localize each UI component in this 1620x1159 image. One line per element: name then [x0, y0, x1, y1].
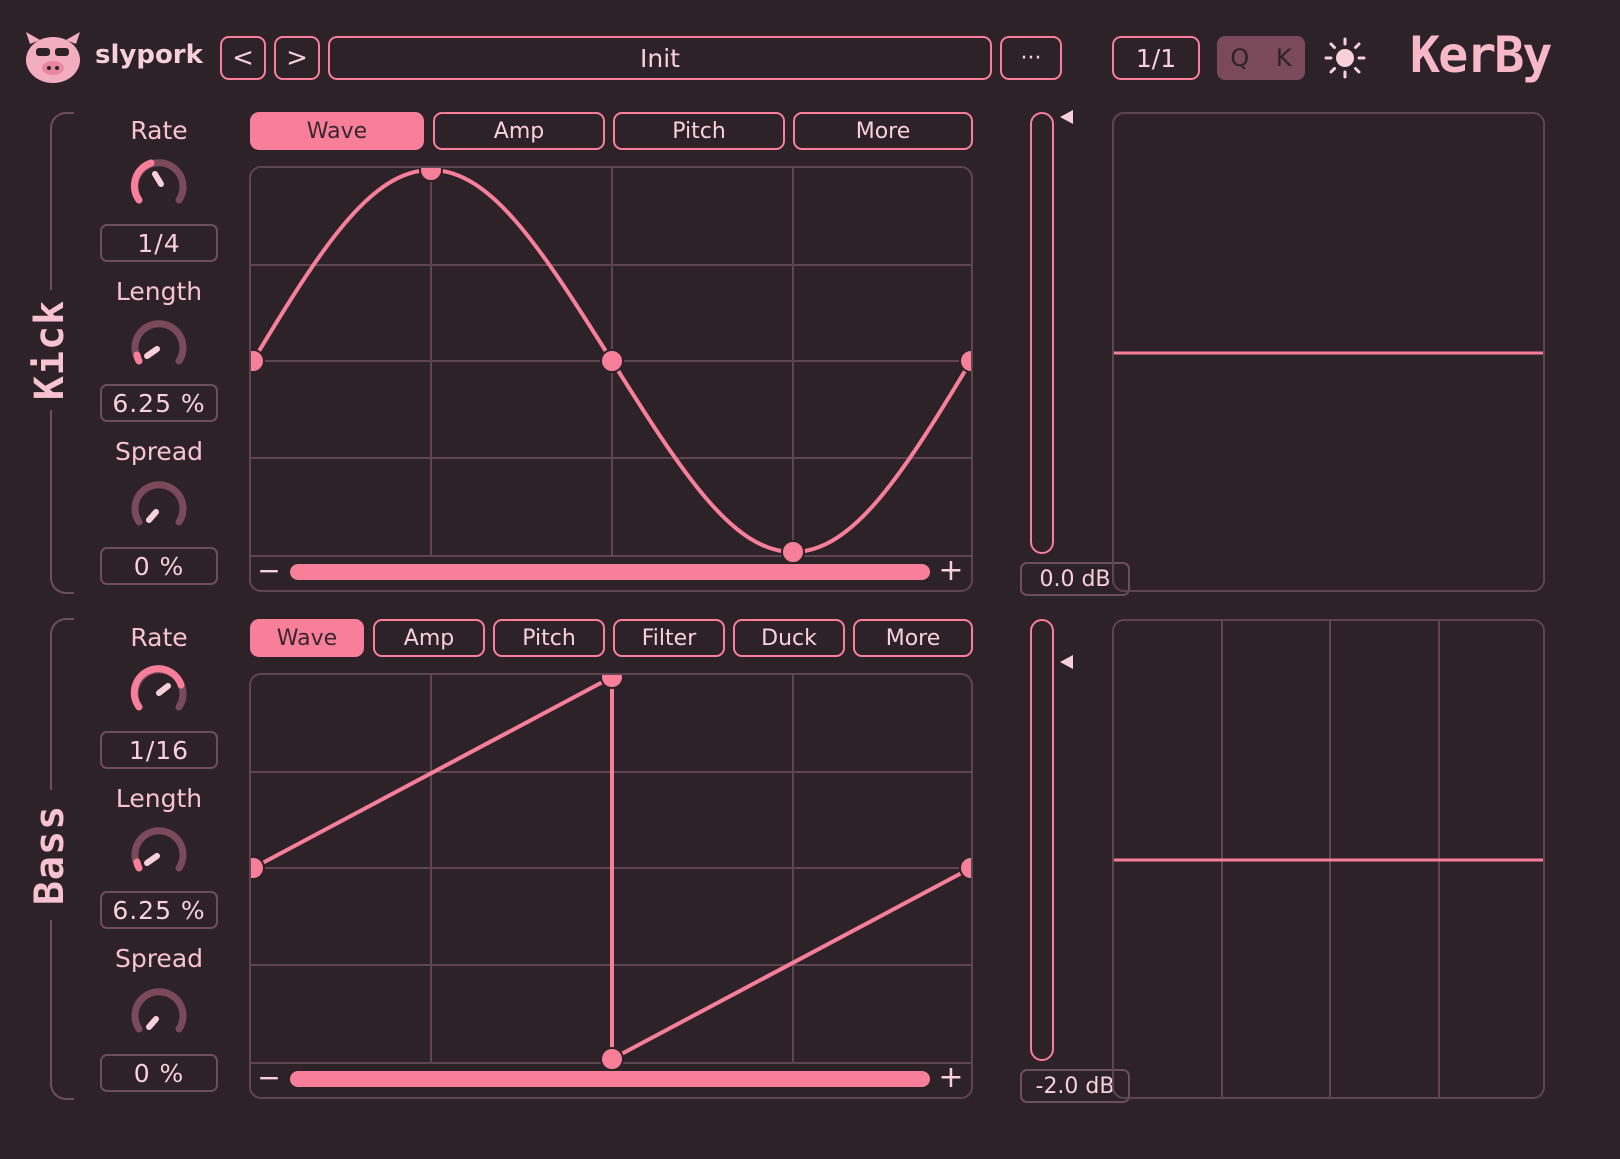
wave-node — [251, 856, 265, 880]
bass-spread-value[interactable]: 0 % — [100, 1054, 218, 1092]
bass-tab-wave[interactable]: Wave — [250, 619, 364, 657]
kick-rate-value[interactable]: 1/4 — [100, 224, 218, 262]
theme-toggle-button[interactable] — [1323, 36, 1367, 80]
kick-wave-editor[interactable] — [249, 166, 973, 592]
kick-rate-knob[interactable] — [127, 154, 191, 218]
q-toggle-label[interactable]: Q — [1230, 44, 1249, 72]
bass-tab-pitch[interactable]: Pitch — [493, 619, 605, 657]
kick-zoom-scrollbar[interactable] — [290, 564, 930, 580]
product-logo: KerBy — [1410, 26, 1553, 84]
wave-node — [600, 349, 624, 373]
k-toggle-label[interactable]: K — [1276, 44, 1292, 72]
prev-preset-button[interactable]: < — [220, 36, 266, 80]
bass-rate-knob[interactable] — [127, 661, 191, 725]
brand-name: slypork — [95, 40, 203, 70]
wave-node — [419, 168, 443, 182]
bass-spread-knob[interactable] — [127, 983, 191, 1047]
kick-tab-pitch[interactable]: Pitch — [613, 112, 785, 150]
bass-spread-label: Spread — [114, 944, 204, 973]
brand-logo — [22, 28, 84, 86]
bass-tab-duck[interactable]: Duck — [733, 619, 845, 657]
kick-length-label: Length — [115, 277, 203, 306]
kick-level-meter[interactable] — [1030, 112, 1054, 554]
bass-scope — [1112, 619, 1545, 1099]
kick-tab-more[interactable]: More — [793, 112, 973, 150]
wave-node — [600, 1047, 624, 1071]
kick-level-pointer-icon[interactable] — [1060, 110, 1073, 124]
kick-zoom-in-button[interactable]: + — [937, 556, 965, 586]
bass-tab-filter[interactable]: Filter — [613, 619, 725, 657]
kick-length-value[interactable]: 6.25 % — [100, 384, 218, 422]
wave-node — [251, 349, 265, 373]
kick-tab-amp[interactable]: Amp — [433, 112, 605, 150]
preset-name-field[interactable]: Init — [328, 36, 992, 80]
bass-section-label: Bass — [22, 790, 78, 920]
wave-node — [600, 675, 624, 689]
bass-length-value[interactable]: 6.25 % — [100, 891, 218, 929]
bass-rate-label: Rate — [130, 623, 188, 652]
bass-zoom-scrollbar[interactable] — [290, 1071, 930, 1087]
bass-tab-more[interactable]: More — [853, 619, 973, 657]
bass-zoom-in-button[interactable]: + — [937, 1063, 965, 1093]
wave-node — [959, 856, 971, 880]
kick-tab-wave[interactable]: Wave — [250, 112, 424, 150]
wave-node — [959, 349, 971, 373]
kick-zoom-out-button[interactable]: − — [256, 556, 282, 586]
qk-toggle[interactable]: Q K — [1217, 36, 1305, 80]
kick-scope — [1112, 112, 1545, 592]
pig-logo-icon — [26, 32, 80, 83]
kick-spread-label: Spread — [114, 437, 204, 466]
bass-rate-value[interactable]: 1/16 — [100, 731, 218, 769]
wave-node — [781, 540, 805, 564]
kick-spread-knob[interactable] — [127, 476, 191, 540]
kick-length-knob[interactable] — [127, 315, 191, 379]
kick-rate-label: Rate — [130, 116, 188, 145]
kick-section-label: Kick — [22, 290, 78, 410]
bass-zoom-out-button[interactable]: − — [256, 1063, 282, 1093]
kick-spread-value[interactable]: 0 % — [100, 547, 218, 585]
bass-level-meter[interactable] — [1030, 619, 1054, 1061]
bass-level-pointer-icon[interactable] — [1060, 655, 1073, 669]
bass-wave-editor[interactable] — [249, 673, 973, 1099]
bass-length-label: Length — [115, 784, 203, 813]
bass-length-knob[interactable] — [127, 822, 191, 886]
sun-icon — [1324, 37, 1366, 79]
bass-tab-amp[interactable]: Amp — [373, 619, 485, 657]
preset-menu-button[interactable]: ··· — [1000, 36, 1062, 80]
ratio-button[interactable]: 1/1 — [1112, 36, 1200, 80]
next-preset-button[interactable]: > — [274, 36, 320, 80]
